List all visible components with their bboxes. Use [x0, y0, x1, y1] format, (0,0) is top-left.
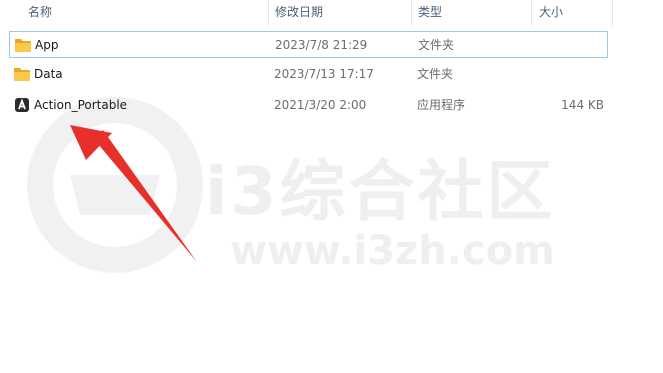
annotation-arrow-icon: [70, 125, 197, 262]
